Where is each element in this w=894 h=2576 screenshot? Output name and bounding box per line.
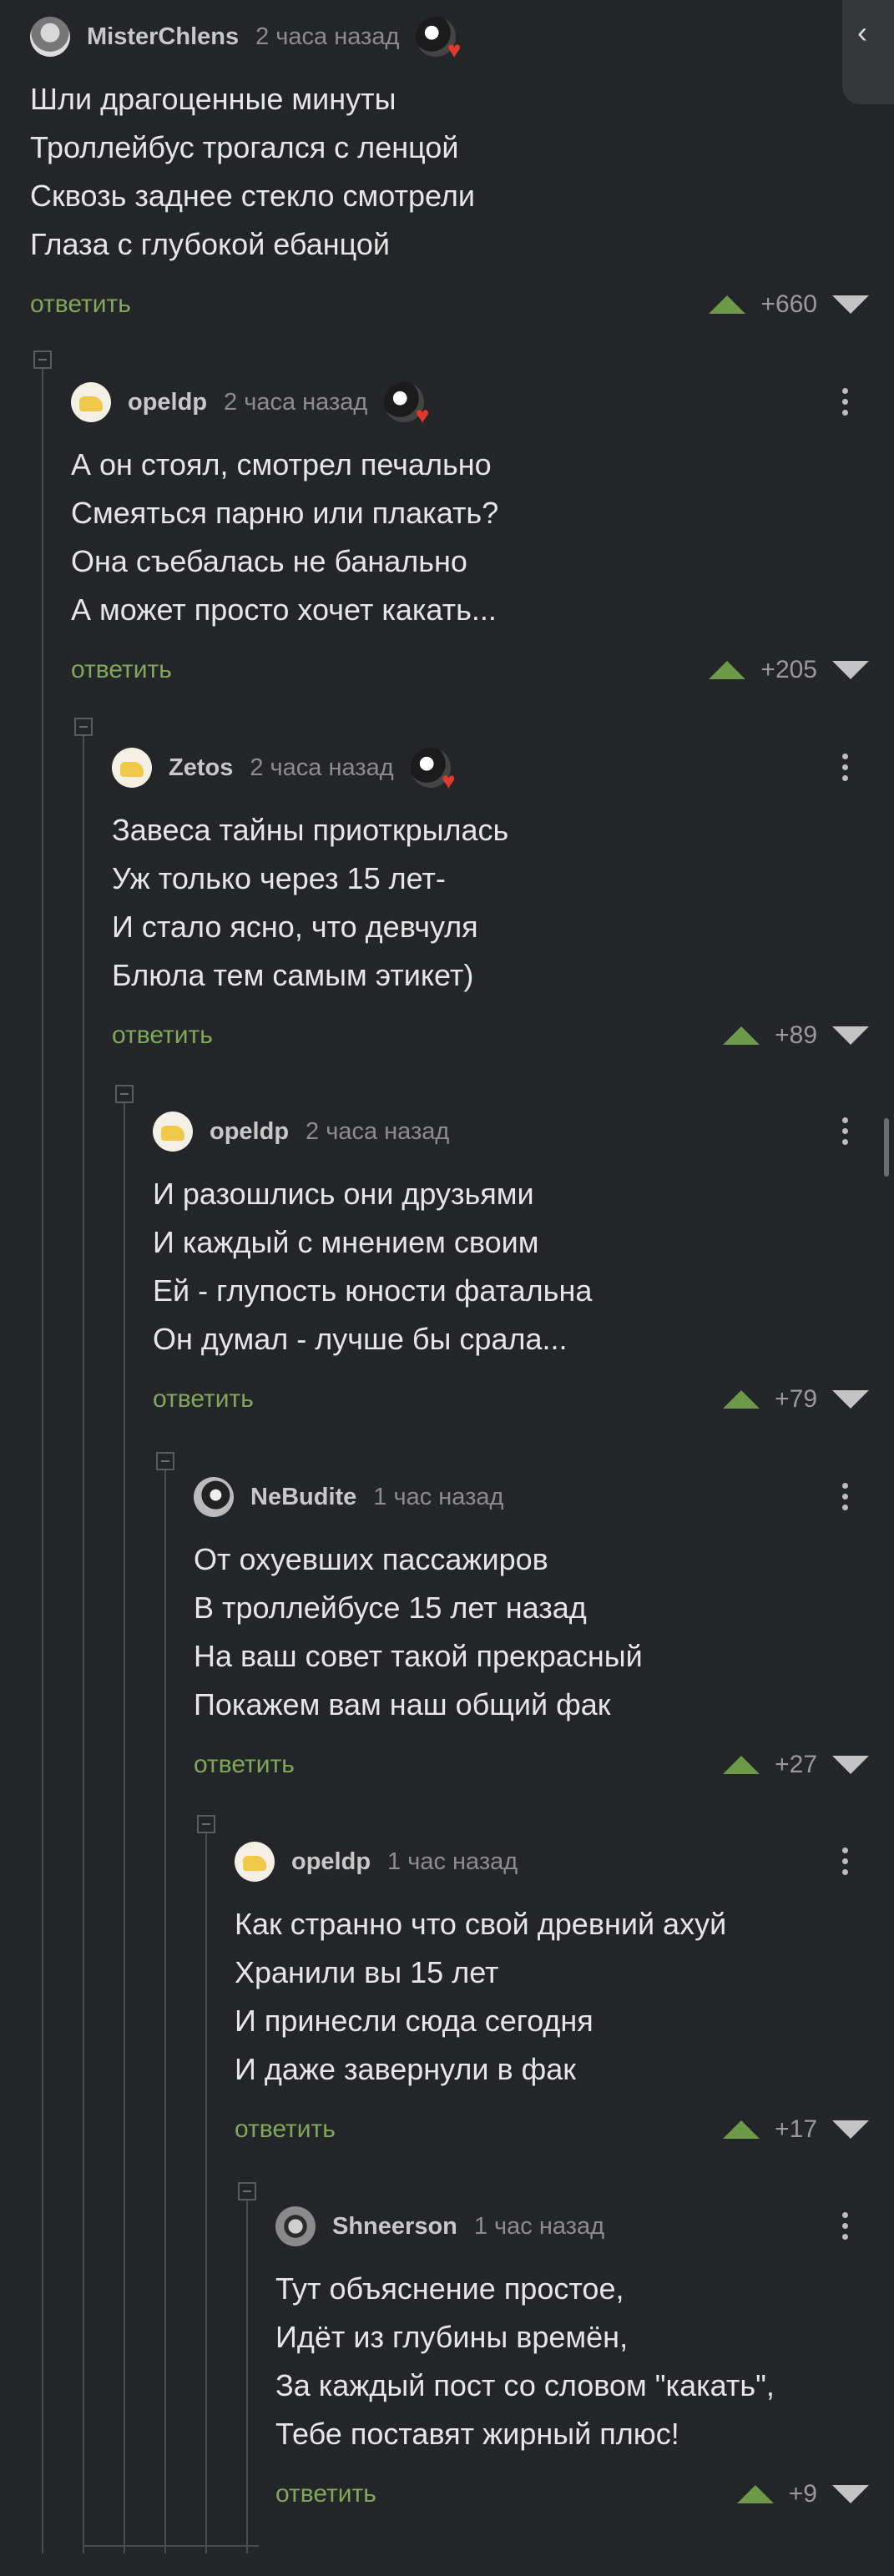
- comment-text: Тут объяснение простое, Идёт из глубины в…: [275, 2271, 775, 2451]
- collapse-toggle[interactable]: [115, 1085, 134, 1103]
- timestamp: 2 часа назад: [306, 1117, 450, 1145]
- avatar[interactable]: [235, 1842, 275, 1882]
- comment-text: От охуевших пассажиров В троллейбусе 15 л…: [194, 1542, 643, 1722]
- downvote-icon[interactable]: [832, 1026, 869, 1045]
- username[interactable]: opeldp: [291, 1848, 371, 1876]
- comment-header: opeldp 2 часа назад: [153, 1107, 449, 1157]
- score: +205: [760, 656, 817, 683]
- vote-block: +660: [709, 288, 869, 321]
- upvote-icon[interactable]: [723, 1756, 760, 1774]
- comment-text: Завеса тайны приоткрылась Уж только через…: [112, 813, 509, 992]
- vote-block: +205: [709, 653, 869, 687]
- comment-header: opeldp 1 час назад: [235, 1837, 518, 1887]
- comment-header: MisterChlens 2 часа назад: [30, 12, 461, 62]
- avatar[interactable]: [194, 1477, 234, 1517]
- back-button[interactable]: ‹: [842, 0, 894, 104]
- score: +660: [760, 290, 817, 318]
- award-badge-icon: [384, 382, 429, 427]
- timestamp: 2 часа назад: [250, 754, 394, 781]
- upvote-icon[interactable]: [736, 2485, 774, 2503]
- vote-block: +17: [723, 2113, 869, 2146]
- score: +89: [775, 1021, 817, 1049]
- award-badge-icon: [416, 17, 461, 62]
- downvote-icon[interactable]: [832, 295, 869, 314]
- username[interactable]: Zetos: [169, 754, 233, 782]
- upvote-icon[interactable]: [709, 295, 746, 314]
- timestamp: 2 часа назад: [224, 388, 368, 416]
- comment-header: NeBudite 1 час назад: [194, 1472, 503, 1522]
- more-menu-icon[interactable]: [842, 1848, 849, 1875]
- reply-link[interactable]: ответить: [30, 290, 131, 319]
- award-badge-icon: [410, 748, 456, 793]
- score: +9: [788, 2480, 817, 2508]
- timestamp: 1 час назад: [373, 1483, 504, 1510]
- avatar[interactable]: [30, 17, 70, 57]
- vote-block: +89: [723, 1019, 869, 1052]
- avatar[interactable]: [112, 748, 152, 788]
- comment-header: Shneerson 1 час назад: [275, 2201, 604, 2251]
- upvote-icon[interactable]: [723, 1026, 760, 1045]
- comment-text: Как странно что свой древний ахуй Хранили…: [235, 1907, 727, 2086]
- collapse-toggle[interactable]: [74, 718, 93, 736]
- more-menu-icon[interactable]: [842, 388, 849, 416]
- vote-block: +27: [723, 1748, 869, 1782]
- reply-link[interactable]: ответить: [235, 2115, 336, 2144]
- thread-line: [164, 1469, 166, 2553]
- vote-block: +79: [723, 1383, 869, 1416]
- username[interactable]: NeBudite: [250, 1484, 356, 1511]
- vote-block: +9: [736, 2478, 869, 2511]
- more-menu-icon[interactable]: [842, 1483, 849, 1510]
- timestamp: 1 час назад: [387, 1848, 518, 1875]
- username[interactable]: Shneerson: [332, 2213, 457, 2241]
- timestamp: 2 часа назад: [255, 23, 400, 50]
- downvote-icon[interactable]: [832, 1756, 869, 1774]
- upvote-icon[interactable]: [723, 2120, 760, 2139]
- comment-text: Шли драгоценные минуты Троллейбус трогалс…: [30, 82, 475, 261]
- downvote-icon[interactable]: [832, 661, 869, 679]
- comment-header: Zetos 2 часа назад: [112, 743, 456, 793]
- timestamp: 1 час назад: [473, 2212, 605, 2240]
- downvote-icon[interactable]: [832, 2120, 869, 2139]
- reply-link[interactable]: ответить: [112, 1021, 213, 1050]
- upvote-icon[interactable]: [723, 1390, 760, 1409]
- scrollbar[interactable]: [884, 1118, 889, 1177]
- score: +17: [775, 2115, 817, 2143]
- collapse-toggle[interactable]: [238, 2182, 256, 2200]
- more-menu-icon[interactable]: [842, 2212, 849, 2240]
- thread-line: [124, 1101, 125, 2553]
- chevron-left-icon: ‹: [857, 15, 867, 49]
- downvote-icon[interactable]: [832, 2485, 869, 2503]
- more-menu-icon[interactable]: [842, 1117, 849, 1145]
- reply-link[interactable]: ответить: [194, 1751, 295, 1779]
- username[interactable]: MisterChlens: [87, 23, 239, 51]
- comment-header: opeldp 2 часа назад: [71, 377, 429, 427]
- avatar[interactable]: [275, 2206, 316, 2246]
- collapse-toggle[interactable]: [33, 350, 52, 369]
- thread-line: [83, 734, 84, 2553]
- comment-text: А он стоял, смотрел печально Смеяться пар…: [71, 447, 499, 627]
- collapse-toggle[interactable]: [197, 1815, 215, 1833]
- score: +27: [775, 1751, 817, 1778]
- avatar[interactable]: [71, 382, 111, 422]
- thread-line: [42, 367, 43, 2553]
- username[interactable]: opeldp: [128, 389, 207, 416]
- thread-line: [205, 1832, 207, 2553]
- reply-link[interactable]: ответить: [275, 2480, 376, 2508]
- avatar[interactable]: [153, 1112, 193, 1152]
- comment-text: И разошлись они друзьями И каждый с мнени…: [153, 1177, 593, 1356]
- thread-line: [83, 2545, 259, 2547]
- reply-link[interactable]: ответить: [153, 1385, 254, 1414]
- score: +79: [775, 1385, 817, 1413]
- upvote-icon[interactable]: [709, 661, 746, 679]
- collapse-toggle[interactable]: [156, 1452, 174, 1470]
- thread-line: [246, 2199, 248, 2553]
- more-menu-icon[interactable]: [842, 754, 849, 781]
- reply-link[interactable]: ответить: [71, 656, 172, 684]
- downvote-icon[interactable]: [832, 1390, 869, 1409]
- username[interactable]: opeldp: [210, 1118, 289, 1146]
